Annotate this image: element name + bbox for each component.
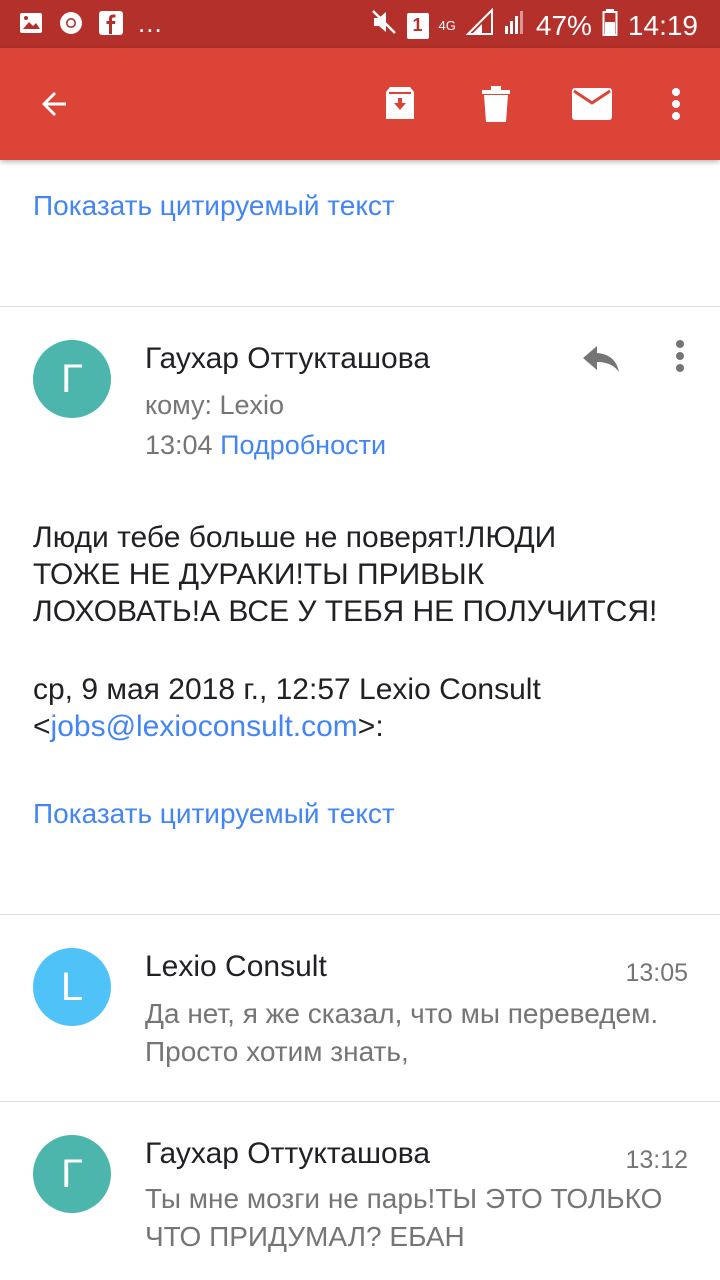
- message-time-row: 13:04 Подробности: [145, 430, 386, 461]
- more-vert-icon: [672, 88, 680, 120]
- archive-button[interactable]: [372, 76, 428, 132]
- quote-header-line: ср, 9 мая 2018 г., 12:57 Lexio Consult: [33, 673, 541, 706]
- mark-unread-button[interactable]: [564, 76, 620, 132]
- show-quoted-text-link[interactable]: Показать цитируемый текст: [33, 190, 395, 222]
- message-snippet: Ты мне мозги не парь!ТЫ ЭТО ТОЛЬКО ЧТО П…: [145, 1183, 663, 1252]
- delete-button[interactable]: [468, 76, 524, 132]
- quote-lt: <: [33, 710, 51, 743]
- thread-item[interactable]: L Lexio Consult 13:05 Да нет, я же сказа…: [0, 915, 720, 1101]
- message-time: 13:05: [625, 959, 688, 987]
- archive-icon: [386, 87, 414, 119]
- notification-icons: ...: [18, 10, 163, 36]
- toolbar: [0, 48, 720, 160]
- message-time: 13:04: [145, 430, 213, 460]
- more-vert-icon: [676, 340, 684, 372]
- notification-overflow: ...: [138, 8, 163, 38]
- message-time: 13:12: [625, 1146, 688, 1174]
- network-4g: 4G: [438, 18, 456, 33]
- sender-name: Гаухар Оттукташова: [145, 1137, 431, 1170]
- quote-gt: >:: [357, 710, 384, 743]
- avatar[interactable]: L: [33, 948, 111, 1026]
- chrome-icon: [58, 10, 84, 36]
- signal-icon-2: [504, 8, 526, 43]
- thread-item[interactable]: Г Гаухар Оттукташова 13:12 Ты мне мозги …: [0, 1102, 720, 1280]
- more-options-button[interactable]: [648, 76, 704, 132]
- facebook-icon: [98, 10, 124, 36]
- sender-name: Lexio Consult: [145, 950, 327, 983]
- quote-header: ср, 9 мая 2018 г., 12:57 Lexio Consult <…: [33, 671, 703, 745]
- trash-icon: [482, 86, 510, 122]
- message-body: Люди тебе больше не поверят!ЛЮДИ ТОЖЕ НЕ…: [33, 519, 703, 630]
- body-line: ЛОХОВАТЬ!А ВСЕ У ТЕБЯ НЕ ПОЛУЧИТСЯ!: [33, 595, 658, 628]
- mail-icon: [572, 88, 612, 120]
- battery-percent: 47%: [535, 9, 592, 41]
- sim-badge: 1: [406, 12, 429, 39]
- body-line: Люди тебе больше не поверят!ЛЮДИ: [33, 521, 557, 554]
- recipient: кому: Lexio: [145, 390, 285, 420]
- clock: 14:19: [627, 9, 698, 41]
- quote-header-email-line: <jobs@lexioconsult.com>:: [33, 708, 703, 745]
- divider: [0, 306, 720, 307]
- back-button[interactable]: [26, 76, 82, 132]
- system-status: 1 4G 47% 14:19: [371, 7, 698, 43]
- reply-button[interactable]: [578, 336, 624, 382]
- sender-name: Гаухар Оттукташова: [145, 342, 431, 375]
- mute-icon: [371, 8, 397, 43]
- reply-icon: [583, 346, 619, 372]
- battery-icon: [602, 8, 618, 43]
- details-link[interactable]: Подробности: [220, 430, 386, 460]
- avatar[interactable]: Г: [33, 340, 111, 418]
- show-quoted-text-link[interactable]: Показать цитируемый текст: [33, 798, 395, 830]
- avatar[interactable]: Г: [33, 1135, 111, 1213]
- back-arrow-icon: [42, 92, 66, 116]
- body-line: ТОЖЕ НЕ ДУРАКИ!ТЫ ПРИВЫК: [33, 558, 485, 591]
- image-icon: [18, 10, 44, 36]
- signal-icon: [465, 7, 494, 43]
- status-bar: ... 1 4G 47% 14:19: [0, 0, 720, 48]
- message-snippet: Да нет, я же сказал, что мы переведем. П…: [145, 998, 659, 1067]
- message-more-button[interactable]: [660, 336, 700, 376]
- email-link[interactable]: jobs@lexioconsult.com: [51, 710, 358, 743]
